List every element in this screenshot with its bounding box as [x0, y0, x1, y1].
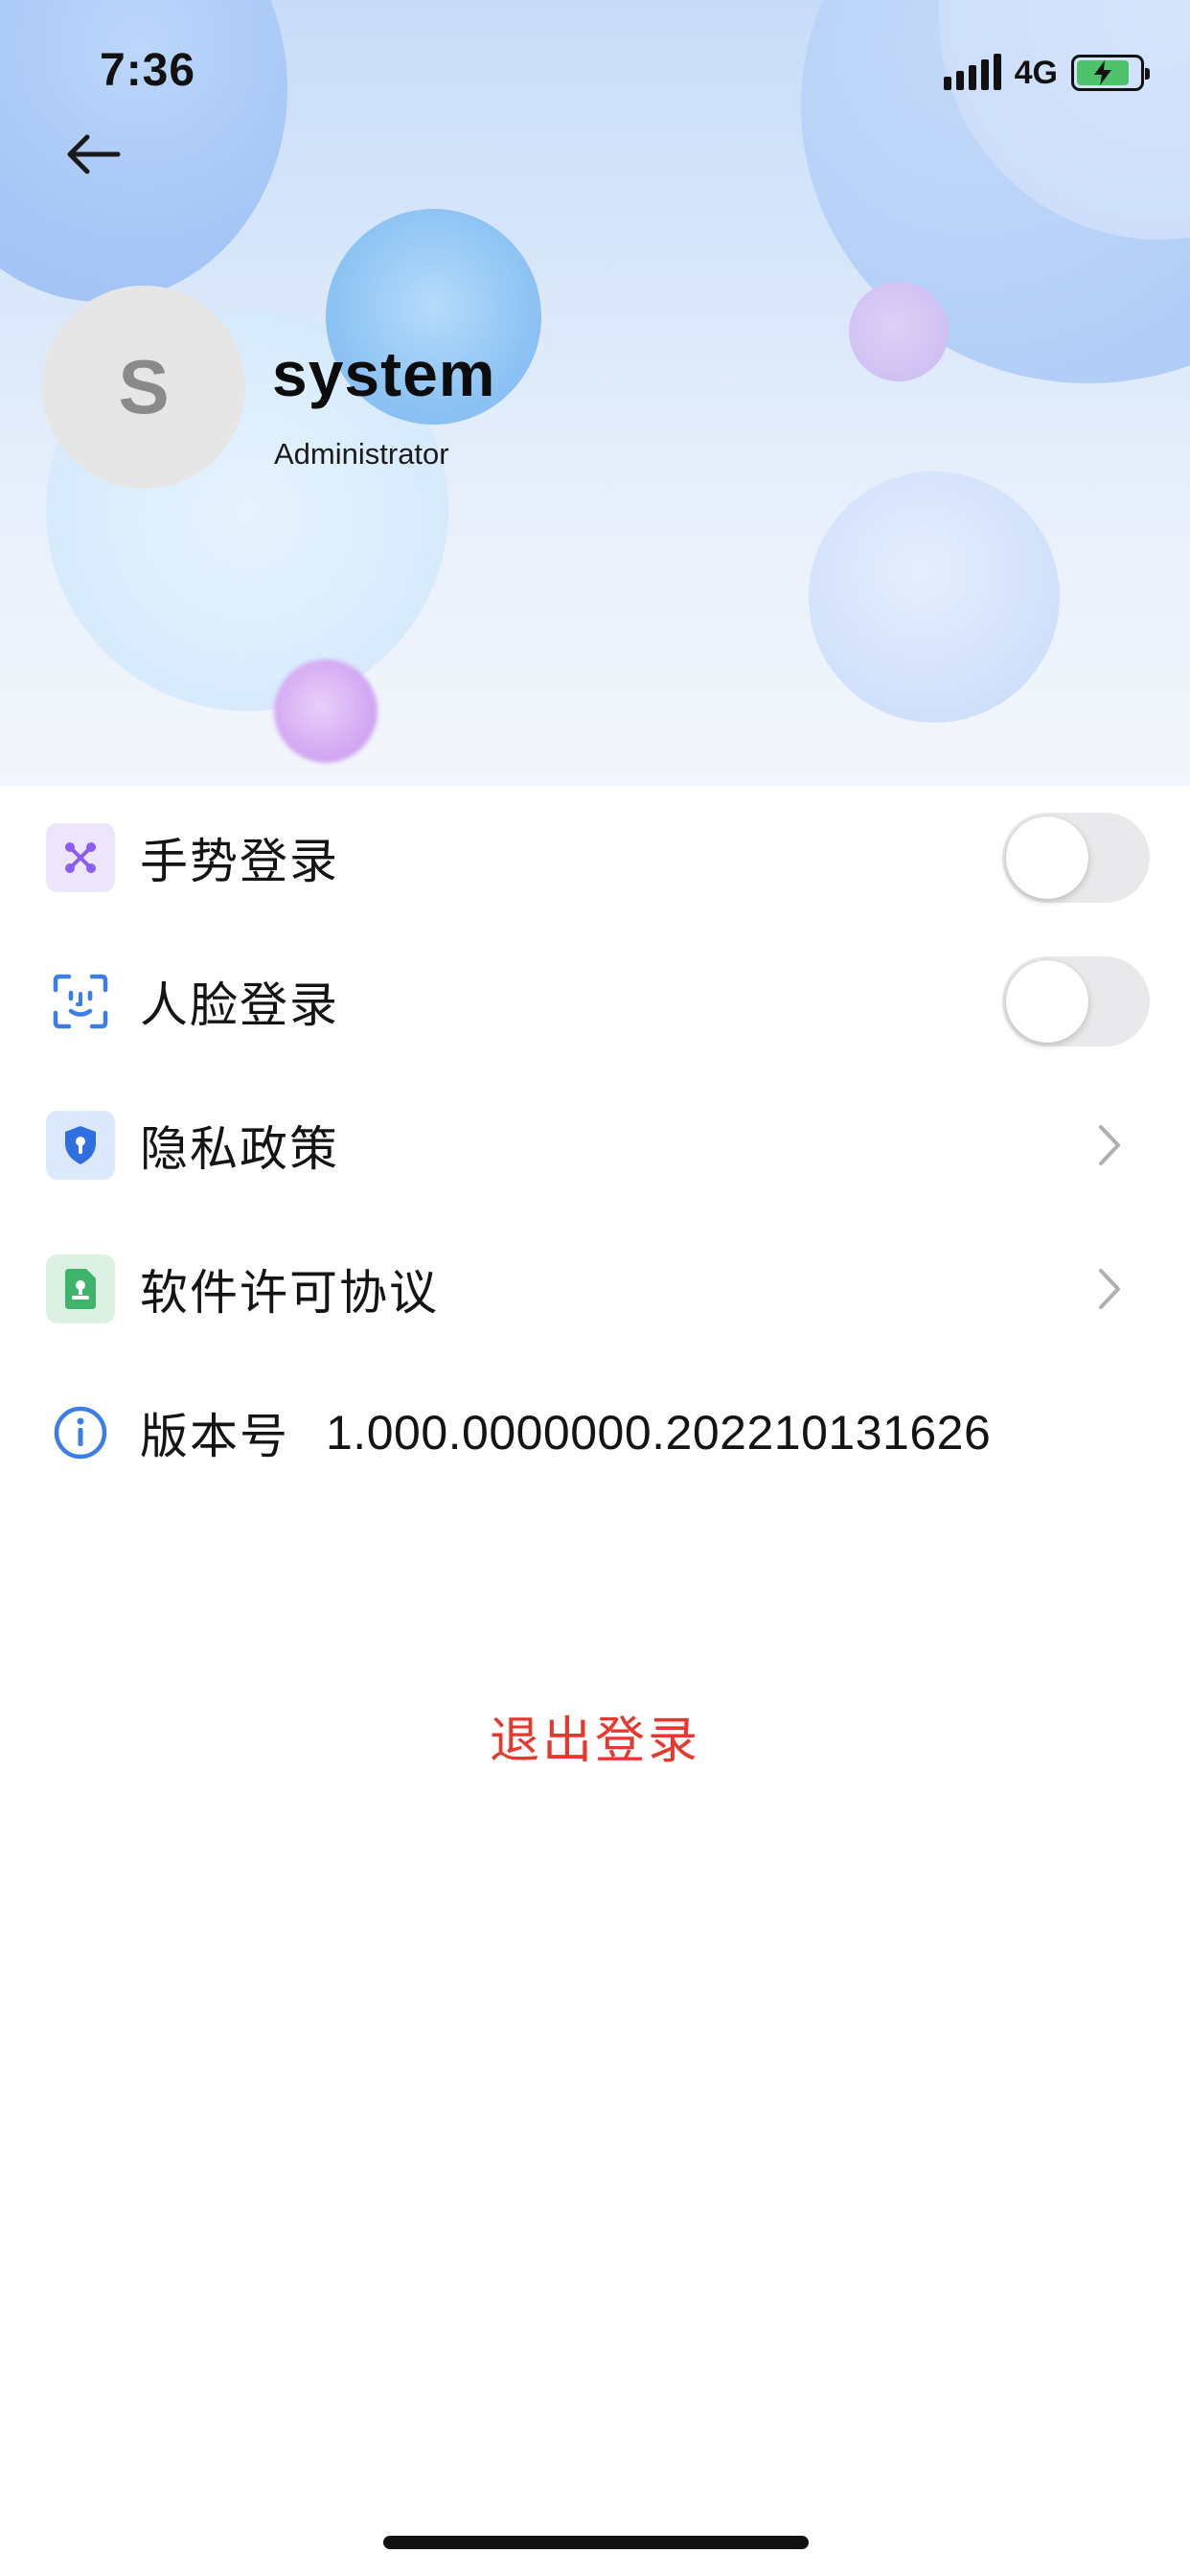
status-time: 7:36 [100, 45, 196, 96]
status-indicators: 4G [943, 52, 1150, 94]
back-button[interactable] [61, 123, 125, 186]
logout-button[interactable]: 退出登录 [0, 1700, 1190, 1772]
gesture-login-toggle[interactable] [1002, 813, 1150, 903]
charging-bolt-icon [1094, 60, 1112, 85]
face-id-icon [46, 967, 115, 1036]
avatar-initial: S [118, 344, 170, 429]
decorative-bubble [849, 282, 949, 381]
info-icon [46, 1398, 115, 1467]
battery-level [1077, 60, 1130, 85]
battery-icon [1071, 55, 1150, 91]
toggle-knob [1006, 960, 1088, 1043]
arrow-left-icon [67, 134, 121, 174]
network-type: 4G [1014, 54, 1058, 91]
license-agreement-row[interactable]: 软件许可协议 [0, 1217, 1190, 1361]
decorative-bubble [274, 659, 378, 763]
gesture-login-label: 手势登录 [140, 835, 339, 888]
privacy-policy-row[interactable]: 隐私政策 [0, 1073, 1190, 1217]
chevron-right-icon [1092, 1262, 1127, 1316]
face-login-toggle[interactable] [1002, 956, 1150, 1046]
toggle-knob [1006, 816, 1088, 899]
version-row: 版本号 1.000.0000000.202210131626 [0, 1361, 1190, 1505]
version-value: 1.000.0000000.202210131626 [326, 1406, 992, 1460]
gesture-login-row: 手势登录 [0, 786, 1190, 930]
home-indicator[interactable] [383, 2536, 809, 2549]
license-agreement-label: 软件许可协议 [140, 1266, 439, 1320]
avatar: S [42, 286, 245, 489]
chevron-right-icon [1092, 1118, 1127, 1172]
version-label: 版本号 [140, 1410, 289, 1463]
decorative-bubble [809, 472, 1060, 723]
user-name: system [272, 338, 496, 409]
privacy-policy-label: 隐私政策 [140, 1122, 339, 1176]
face-login-row: 人脸登录 [0, 930, 1190, 1073]
user-role: Administrator [274, 437, 449, 471]
settings-list: 手势登录 人脸登录 隐私政策 软件许可协议 版本号 1.000.0000000.… [0, 786, 1190, 1505]
document-icon [46, 1254, 115, 1323]
shield-icon [46, 1111, 115, 1180]
face-login-label: 人脸登录 [140, 978, 339, 1032]
signal-icon [943, 54, 1001, 90]
gesture-icon [46, 823, 115, 892]
